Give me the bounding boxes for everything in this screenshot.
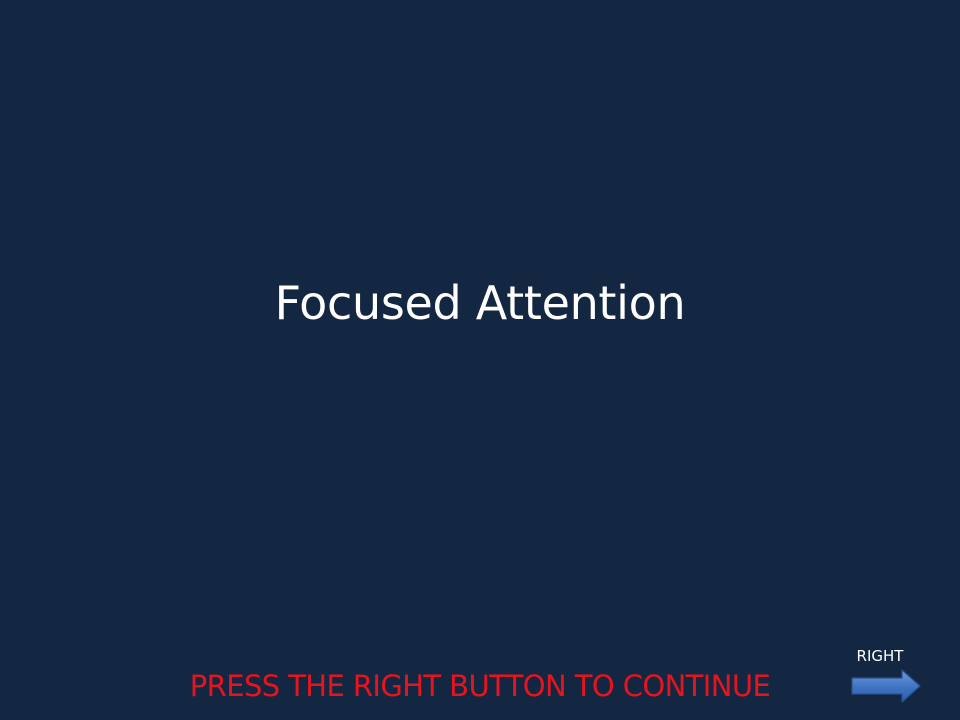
right-button-label: RIGHT	[856, 647, 904, 665]
right-arrow-icon	[851, 669, 921, 703]
slide: Focused Attention PRESS THE RIGHT BUTTON…	[0, 0, 960, 720]
slide-title: Focused Attention	[274, 276, 686, 330]
right-button[interactable]	[850, 669, 922, 703]
continue-instruction: PRESS THE RIGHT BUTTON TO CONTINUE	[189, 669, 771, 703]
